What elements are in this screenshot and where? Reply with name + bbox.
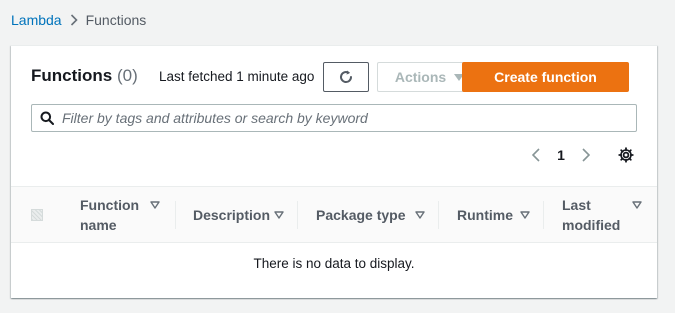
sort-triangle-icon: [632, 201, 642, 209]
page-title: Functions (0): [31, 66, 138, 86]
chevron-right-icon: [62, 14, 86, 26]
column-header-function-name[interactable]: Function name: [65, 187, 175, 243]
column-header-runtime[interactable]: Runtime: [439, 187, 543, 243]
current-page-number[interactable]: 1: [546, 147, 576, 163]
column-label-last-modified-line2: modified: [562, 217, 621, 233]
column-header-last-modified[interactable]: Last modified: [544, 187, 657, 243]
sort-triangle-icon: [415, 211, 425, 219]
refresh-icon: [338, 69, 354, 85]
column-label-package-type: Package type: [316, 207, 406, 223]
select-all-checkbox: [31, 209, 43, 221]
column-header-description[interactable]: Description: [176, 187, 297, 243]
column-header-package-type[interactable]: Package type: [298, 187, 438, 243]
next-page-icon[interactable]: [576, 148, 596, 162]
create-function-button[interactable]: Create function: [462, 62, 629, 92]
breadcrumb: Lambda Functions: [11, 10, 146, 30]
sort-triangle-icon: [520, 211, 530, 219]
last-fetched-text: Last fetched 1 minute ago: [159, 69, 315, 84]
empty-table-message: There is no data to display.: [253, 256, 415, 271]
previous-page-icon[interactable]: [526, 148, 546, 162]
function-count: (0): [116, 66, 138, 85]
column-label-function-name-line1: Function: [80, 197, 140, 213]
sort-triangle-icon: [150, 201, 160, 209]
sort-triangle-icon: [274, 211, 284, 219]
search-input[interactable]: [62, 105, 636, 131]
functions-panel: Functions (0) Last fetched 1 minute ago …: [11, 45, 657, 298]
column-label-function-name-line2: name: [80, 217, 117, 233]
panel-title-text: Functions: [31, 66, 113, 85]
search-bar: [31, 104, 637, 132]
pagination: 1: [526, 144, 596, 166]
column-label-last-modified-line1: Last: [562, 197, 591, 213]
column-label-description: Description: [193, 207, 271, 223]
settings-gear-icon[interactable]: [615, 144, 637, 166]
table-header: Function name Description Package type R…: [11, 186, 657, 243]
refresh-button[interactable]: [323, 62, 369, 92]
breadcrumb-current: Functions: [85, 12, 147, 28]
column-label-runtime: Runtime: [457, 207, 513, 223]
actions-label: Actions: [394, 69, 447, 85]
search-icon: [32, 111, 62, 125]
breadcrumb-lambda-link[interactable]: Lambda: [11, 12, 62, 28]
